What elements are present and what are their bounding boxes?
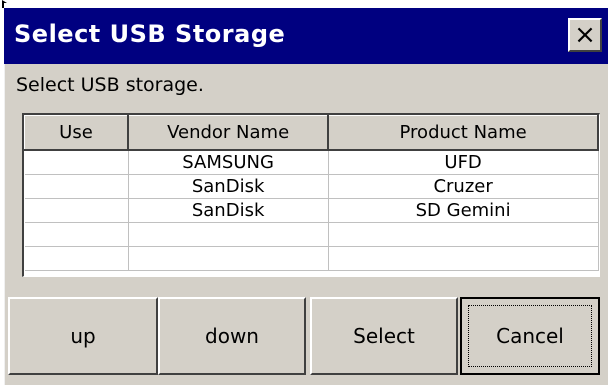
- vendor-cell: SanDisk: [128, 198, 329, 223]
- product-cell: SD Gemini: [328, 198, 599, 223]
- vendor-cell: SAMSUNG: [128, 149, 329, 175]
- product-cell: UFD: [328, 149, 599, 175]
- use-cell[interactable]: [24, 174, 129, 199]
- up-button-label: up: [70, 324, 96, 348]
- down-button[interactable]: down: [158, 297, 306, 375]
- close-icon: ×: [574, 20, 596, 50]
- table-row[interactable]: SanDisk Cruzer: [24, 174, 599, 199]
- use-cell[interactable]: [24, 198, 129, 223]
- column-header-use[interactable]: Use: [24, 115, 129, 151]
- vendor-cell: [128, 222, 329, 247]
- vendor-cell: [128, 246, 329, 271]
- product-cell: [328, 222, 599, 247]
- usb-storage-table: Use Vendor Name Product Name SAMSUNG UFD…: [24, 115, 599, 271]
- product-cell: [328, 246, 599, 271]
- title-bar: Select USB Storage: [4, 8, 608, 64]
- usb-storage-list[interactable]: Use Vendor Name Product Name SAMSUNG UFD…: [22, 113, 600, 277]
- use-cell[interactable]: [24, 149, 129, 175]
- use-cell[interactable]: [24, 246, 129, 271]
- table-row[interactable]: [24, 246, 599, 271]
- table-row[interactable]: SanDisk SD Gemini: [24, 198, 599, 223]
- table-row[interactable]: SAMSUNG UFD: [24, 149, 599, 175]
- vendor-cell: SanDisk: [128, 174, 329, 199]
- cancel-button[interactable]: Cancel: [460, 297, 600, 375]
- down-button-label: down: [205, 324, 259, 348]
- select-button[interactable]: Select: [310, 297, 458, 375]
- corner-arrow-icon: [2, 0, 7, 8]
- close-button[interactable]: ×: [568, 18, 602, 52]
- cancel-button-label: Cancel: [496, 324, 564, 348]
- up-button[interactable]: up: [8, 297, 158, 375]
- window-title: Select USB Storage: [14, 20, 286, 48]
- product-cell: Cruzer: [328, 174, 599, 199]
- column-header-vendor-name[interactable]: Vendor Name: [127, 115, 330, 151]
- table-header-row: Use Vendor Name Product Name: [24, 115, 599, 151]
- instruction-text: Select USB storage.: [16, 74, 204, 96]
- use-cell[interactable]: [24, 222, 129, 247]
- select-button-label: Select: [353, 324, 415, 348]
- table-row[interactable]: [24, 222, 599, 247]
- column-header-product-name[interactable]: Product Name: [327, 115, 599, 151]
